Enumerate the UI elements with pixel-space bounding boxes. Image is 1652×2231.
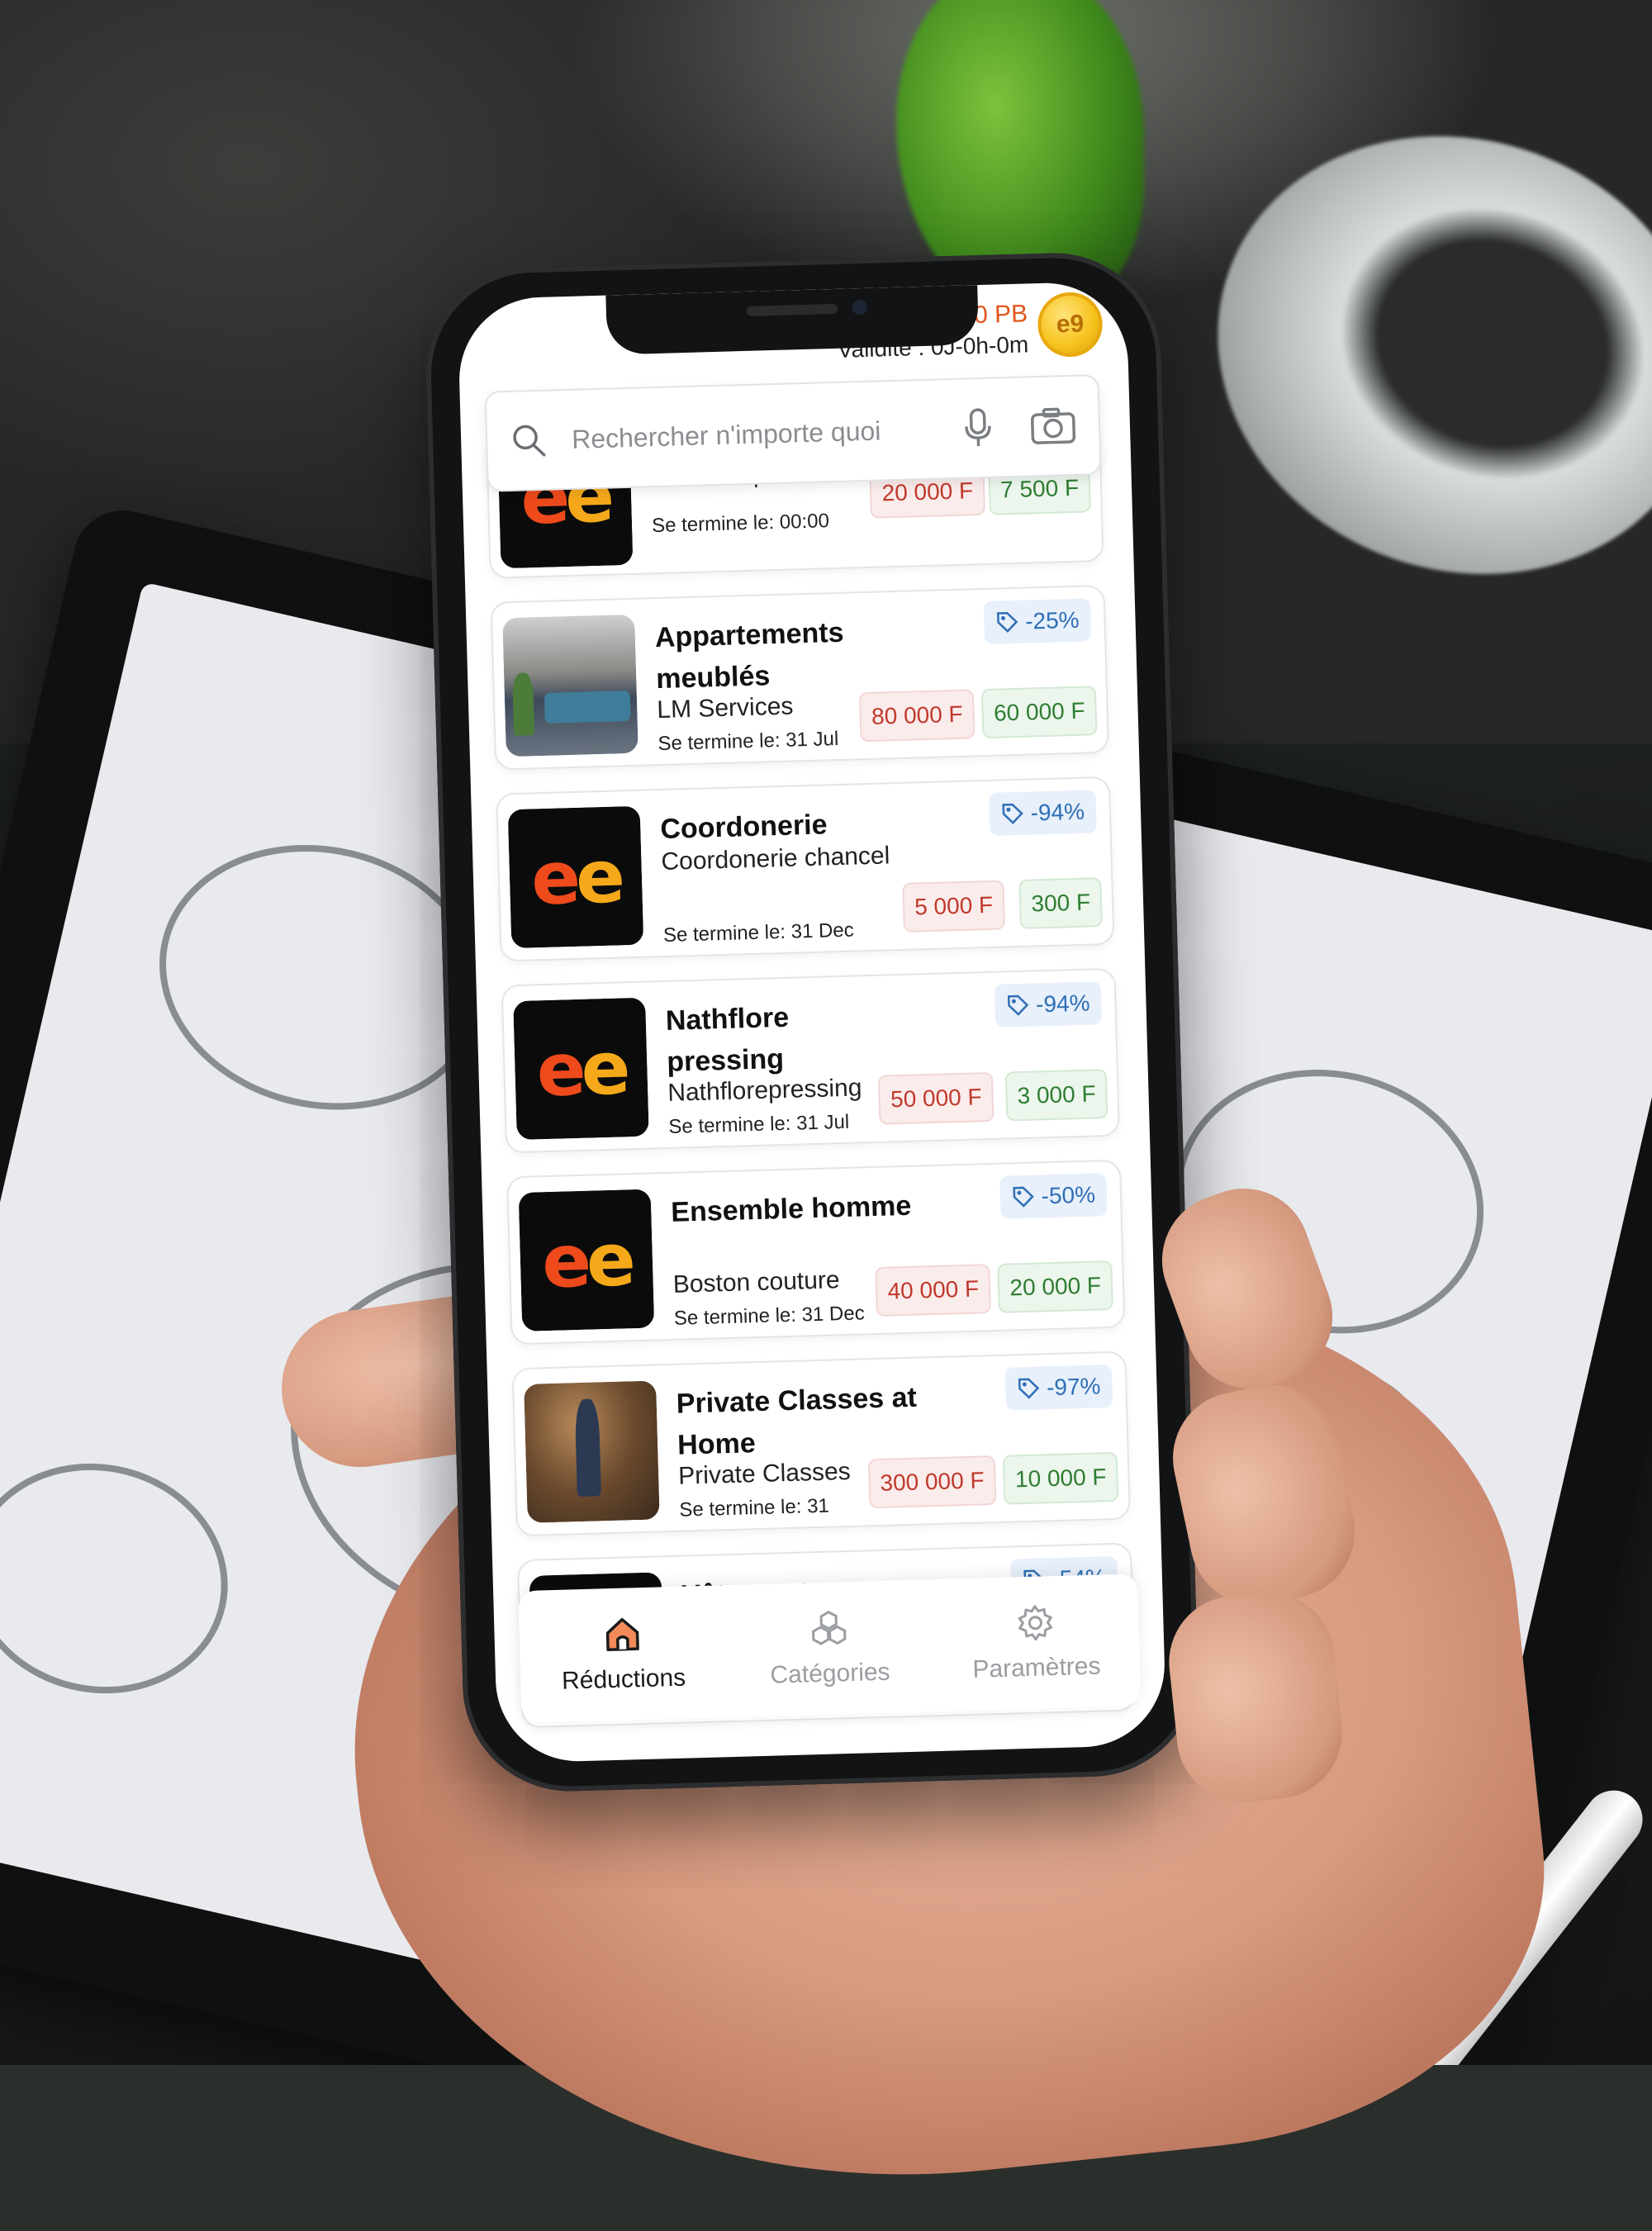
discount-badge: -94% bbox=[989, 790, 1097, 836]
offer-card[interactable]: ee Coordonerie Coordonerie chancel Se te… bbox=[496, 776, 1114, 962]
tab-reductions[interactable]: Réductions bbox=[518, 1585, 728, 1723]
offer-card[interactable]: ee Ensemble homme Boston couture Se term… bbox=[506, 1160, 1125, 1346]
offer-thumbnail: ee bbox=[513, 998, 649, 1140]
classroom-photo bbox=[524, 1380, 660, 1522]
microphone-icon[interactable] bbox=[959, 406, 996, 450]
discount-percent: -94% bbox=[1030, 799, 1085, 827]
search-bar[interactable]: Rechercher n'importe quoi bbox=[485, 374, 1102, 492]
tab-categories[interactable]: Catégories bbox=[724, 1579, 934, 1717]
offer-card[interactable]: ee Nathflore pressing Nathflorepressing … bbox=[501, 968, 1120, 1154]
discount-percent: -25% bbox=[1025, 607, 1080, 635]
original-price: 300 000 F bbox=[868, 1455, 997, 1508]
offer-shop: Coordonerie chancel bbox=[661, 842, 890, 876]
discount-badge: -25% bbox=[983, 598, 1091, 644]
offer-title: Private Classes at Home bbox=[676, 1376, 926, 1465]
computer-mouse bbox=[1156, 69, 1652, 642]
smartphone: 0 PB Validité : 0J-0h-0m e9 Rechercher n… bbox=[423, 250, 1200, 1794]
tag-icon bbox=[995, 610, 1019, 634]
camera-icon[interactable] bbox=[1028, 406, 1077, 447]
discount-badge: -94% bbox=[994, 981, 1102, 1028]
gear-icon bbox=[1015, 1602, 1056, 1643]
hand-finger bbox=[1162, 1586, 1348, 1809]
offer-thumbnail: ee bbox=[519, 1189, 655, 1331]
original-price: 50 000 F bbox=[878, 1072, 994, 1125]
offer-thumbnail: ee bbox=[508, 806, 644, 948]
tag-icon bbox=[1000, 802, 1024, 826]
original-price: 40 000 F bbox=[876, 1264, 991, 1317]
discount-percent: -97% bbox=[1047, 1373, 1101, 1401]
offer-end-date: Se termine le: 31 Dec bbox=[674, 1302, 865, 1330]
sketch-stroke bbox=[0, 1438, 251, 1719]
discount-percent: -94% bbox=[1036, 990, 1090, 1018]
discount-badge: -50% bbox=[999, 1173, 1108, 1219]
offer-end-date: Se termine le: 31 Dec bbox=[663, 919, 854, 947]
offer-thumbnail bbox=[502, 615, 638, 757]
offer-end-date: Se termine le: 31 Jul bbox=[668, 1111, 849, 1139]
discount-price: 10 000 F bbox=[1003, 1452, 1118, 1505]
offers-list: ee kevin'shop Se termine le: 00:00 20 00… bbox=[487, 443, 1142, 1751]
phone-screen: 0 PB Validité : 0J-0h-0m e9 Rechercher n… bbox=[457, 281, 1166, 1763]
search-input[interactable]: Rechercher n'importe quoi bbox=[572, 413, 961, 454]
offer-title: Appartements meublés bbox=[654, 610, 904, 700]
original-price: 5 000 F bbox=[902, 880, 1005, 932]
apartment-photo bbox=[502, 615, 638, 757]
discount-badge: -97% bbox=[1004, 1365, 1113, 1411]
bottom-tab-bar: Réductions Catégories Paramètres bbox=[518, 1574, 1141, 1723]
brand-logo: ee bbox=[508, 806, 644, 948]
offer-shop: Boston couture bbox=[672, 1266, 840, 1299]
discount-percent: -50% bbox=[1041, 1182, 1095, 1210]
discount-price: 3 000 F bbox=[1005, 1069, 1108, 1121]
tag-icon bbox=[1011, 1185, 1035, 1209]
front-camera bbox=[852, 300, 867, 315]
tab-label: Réductions bbox=[562, 1664, 686, 1696]
offer-shop: Private Classes bbox=[678, 1458, 851, 1491]
offer-title: Nathflore pressing bbox=[665, 994, 915, 1083]
search-icon bbox=[509, 420, 549, 461]
categories-icon bbox=[809, 1608, 849, 1649]
offer-shop: Nathflorepressing bbox=[667, 1074, 862, 1108]
tab-label: Paramètres bbox=[972, 1653, 1101, 1684]
discount-price: 300 F bbox=[1019, 877, 1103, 929]
offer-thumbnail bbox=[524, 1380, 660, 1522]
phone-notch bbox=[605, 285, 979, 355]
offer-end-date: Se termine le: 31 bbox=[679, 1495, 829, 1522]
discount-price: 20 000 F bbox=[998, 1260, 1113, 1313]
balance-text: 0 PB bbox=[974, 300, 1028, 330]
coin-icon[interactable]: e9 bbox=[1037, 292, 1103, 358]
offer-shop: LM Services bbox=[657, 692, 794, 724]
tag-icon bbox=[1006, 994, 1030, 1018]
tag-icon bbox=[1017, 1376, 1041, 1400]
tab-label: Catégories bbox=[770, 1659, 890, 1690]
offer-end-date: Se termine le: 00:00 bbox=[652, 510, 829, 538]
offer-card[interactable]: Appartements meublés LM Services Se term… bbox=[491, 585, 1109, 771]
offer-card[interactable]: Private Classes at Home Private Classes … bbox=[512, 1351, 1131, 1537]
earpiece bbox=[747, 304, 838, 316]
offer-end-date: Se termine le: 31 Jul bbox=[657, 728, 838, 756]
offer-title: Ensemble homme bbox=[671, 1184, 919, 1232]
home-icon bbox=[602, 1614, 643, 1654]
discount-price: 60 000 F bbox=[981, 686, 1097, 738]
brand-logo: ee bbox=[513, 998, 649, 1140]
tab-settings[interactable]: Paramètres bbox=[931, 1574, 1141, 1711]
brand-logo: ee bbox=[519, 1189, 655, 1331]
original-price: 80 000 F bbox=[859, 689, 975, 742]
